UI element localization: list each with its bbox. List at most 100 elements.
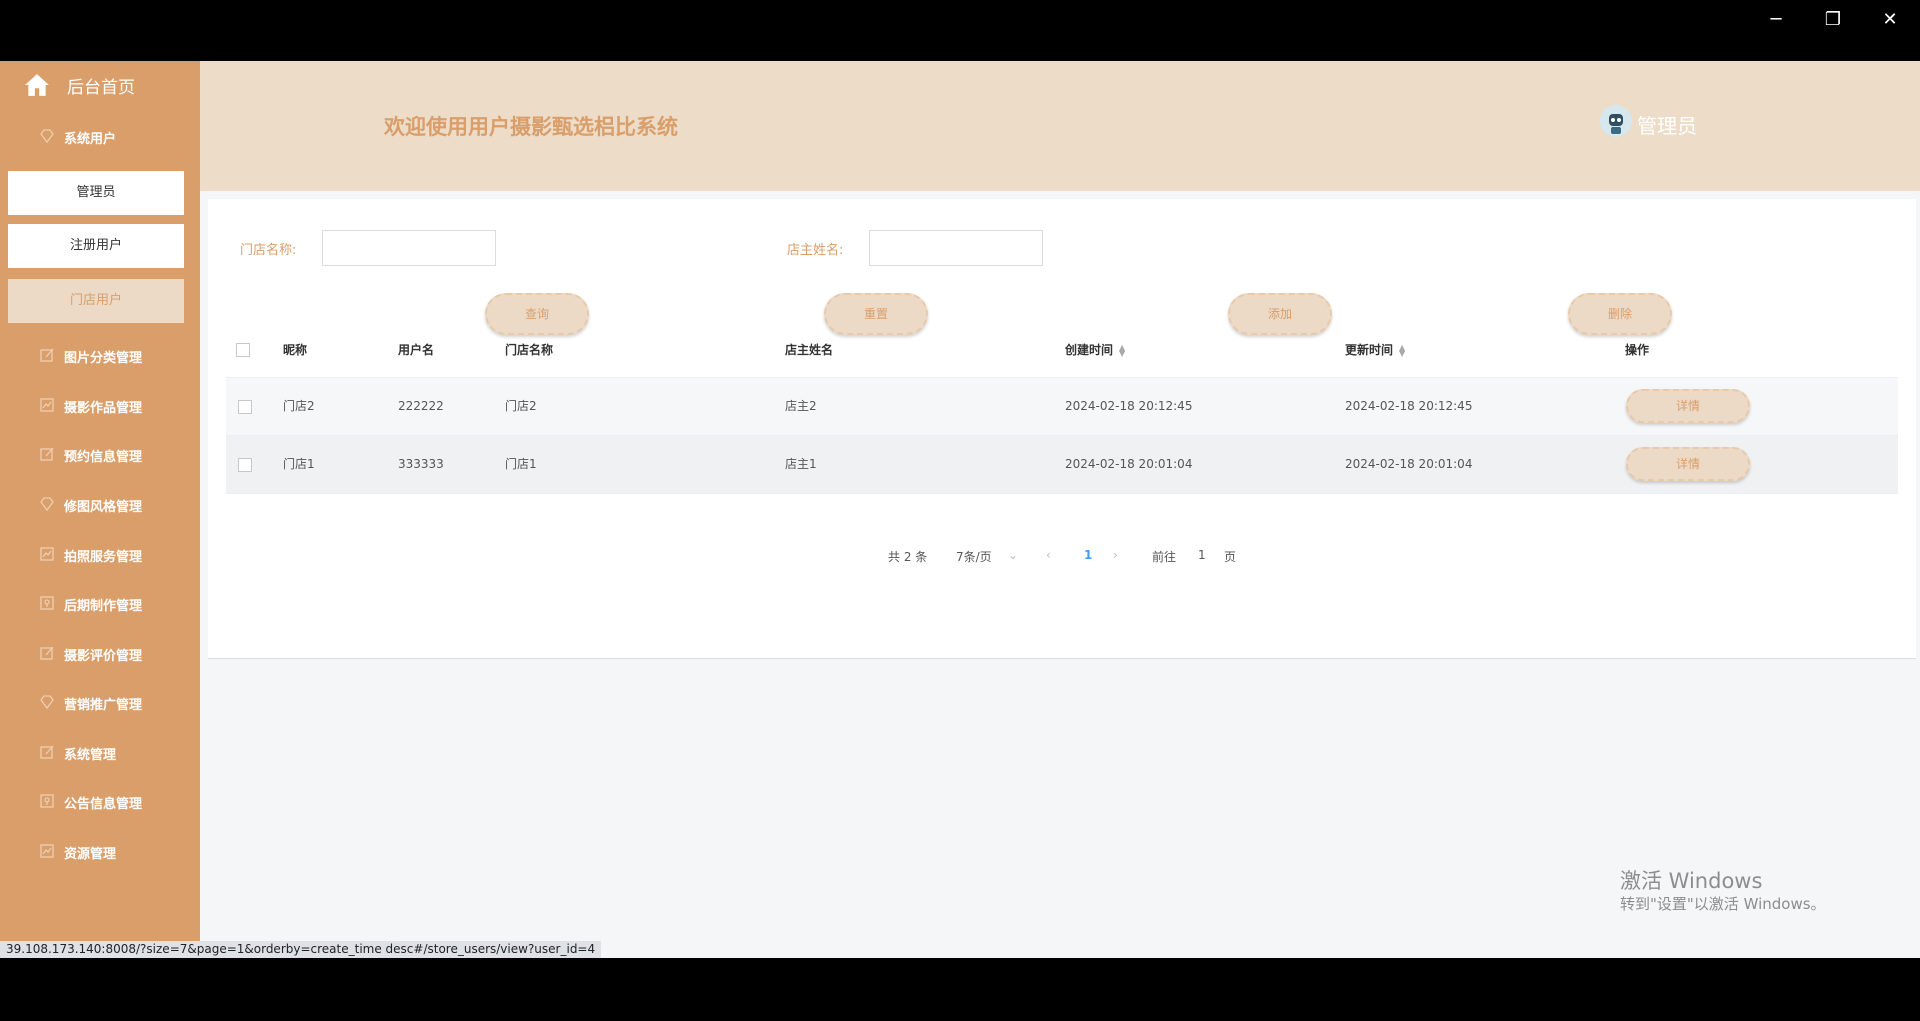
- cell-owner-name: 店主2: [785, 399, 817, 413]
- owner-name-label: 店主姓名:: [787, 243, 844, 258]
- sidebar-group-retouch-style[interactable]: 修图风格管理: [0, 485, 200, 525]
- select-all-checkbox[interactable]: [236, 343, 250, 357]
- sidebar-home[interactable]: 后台首页: [0, 61, 200, 109]
- column-header-sortable[interactable]: 更新时间 ▲ ▼: [1345, 323, 1405, 377]
- avatar[interactable]: [1600, 105, 1632, 137]
- owner-name-input[interactable]: [869, 230, 1043, 266]
- sidebar-group-system-users[interactable]: 系统用户: [0, 117, 200, 157]
- column-header-sortable[interactable]: 创建时间 ▲ ▼: [1065, 323, 1125, 377]
- prev-page-icon[interactable]: ‹: [1046, 548, 1051, 562]
- sidebar-group-post-production[interactable]: 后期制作管理: [0, 584, 200, 624]
- sidebar-group-label: 后期制作管理: [64, 599, 143, 614]
- table-header: 昵称 用户名 门店名称 店主姓名 创建时间 ▲ ▼ 更新时间 ▲ ▼ 操作: [226, 323, 1898, 378]
- sidebar-group-marketing[interactable]: 营销推广管理: [0, 683, 200, 723]
- cell-store-name: 门店1: [505, 457, 537, 471]
- maximize-icon[interactable]: ❐: [1813, 8, 1853, 32]
- next-page-icon[interactable]: ›: [1113, 548, 1118, 562]
- sidebar-group-photo-category[interactable]: 图片分类管理: [0, 336, 200, 376]
- current-user-name[interactable]: 管理员: [1637, 110, 1697, 139]
- sidebar-group-label: 摄影评价管理: [64, 649, 143, 664]
- goto-label: 前往: [1152, 550, 1177, 564]
- close-icon[interactable]: ✕: [1870, 8, 1910, 32]
- chart-icon: [40, 844, 54, 858]
- home-icon: [25, 74, 49, 96]
- pagination: 共 2 条 7条/页 ⌄ ‹ 1 › 前往 1 页: [208, 548, 1916, 568]
- detail-button[interactable]: 详情: [1626, 389, 1750, 423]
- row-checkbox[interactable]: [238, 458, 252, 472]
- goto-page-input[interactable]: 1: [1198, 548, 1206, 562]
- sidebar-group-system[interactable]: 系统管理: [0, 733, 200, 773]
- edit-icon: [40, 447, 54, 461]
- sidebar-group-label: 系统管理: [64, 748, 117, 763]
- sidebar-home-label: 后台首页: [67, 78, 135, 98]
- chevron-down-icon[interactable]: ⌄: [1008, 548, 1018, 562]
- page-size-select[interactable]: 7条/页: [956, 548, 992, 565]
- edit-icon: [40, 348, 54, 362]
- column-header: 店主姓名: [785, 343, 834, 357]
- cell-owner-name: 店主1: [785, 457, 817, 471]
- content-panel: 门店名称: 店主姓名: 查询 重置 添加 删除 昵称 用户名 门店名称 店主姓名…: [208, 199, 1916, 659]
- activation-watermark-text: 转到"设置"以激活 Windows。: [1620, 895, 1826, 913]
- diamond-icon: [40, 695, 54, 709]
- sidebar-group-label: 系统用户: [64, 132, 117, 147]
- sidebar-group-photo-works[interactable]: 摄影作品管理: [0, 386, 200, 426]
- activation-watermark-title: 激活 Windows: [1620, 869, 1763, 893]
- sort-icon[interactable]: ▲ ▼: [1399, 343, 1405, 357]
- cell-updated-time: 2024-02-18 20:12:45: [1345, 399, 1473, 413]
- column-header: 门店名称: [505, 343, 554, 357]
- sort-icon[interactable]: ▲ ▼: [1119, 343, 1125, 357]
- sidebar-group-resources[interactable]: 资源管理: [0, 832, 200, 872]
- minimize-icon[interactable]: ─: [1756, 8, 1796, 32]
- sidebar-group-label: 摄影作品管理: [64, 401, 143, 416]
- sidebar-item-admin[interactable]: 管理员: [8, 171, 184, 215]
- column-header: 用户名: [398, 343, 435, 357]
- cell-created-time: 2024-02-18 20:01:04: [1065, 457, 1193, 471]
- total-count: 共 2 条: [888, 550, 928, 564]
- edit-icon: [40, 745, 54, 759]
- sidebar-group-photo-service[interactable]: 拍照服务管理: [0, 535, 200, 575]
- sidebar-group-booking[interactable]: 预约信息管理: [0, 435, 200, 475]
- diamond-icon: [40, 497, 54, 511]
- column-header: 昵称: [283, 343, 308, 357]
- sidebar-group-announcement[interactable]: 公告信息管理: [0, 782, 200, 822]
- column-header-label: 更新时间: [1345, 343, 1394, 357]
- cell-store-name: 门店2: [505, 399, 537, 413]
- store-name-input[interactable]: [322, 230, 496, 266]
- page-header: 欢迎使用用户摄影甄选梠比系统 管理员: [200, 61, 1920, 191]
- cell-nickname: 门店1: [283, 457, 315, 471]
- lock-icon: [40, 596, 54, 610]
- cell-nickname: 门店2: [283, 399, 315, 413]
- sidebar-group-label: 资源管理: [64, 847, 117, 862]
- cell-created-time: 2024-02-18 20:12:45: [1065, 399, 1193, 413]
- page-title: 欢迎使用用户摄影甄选梠比系统: [384, 115, 678, 139]
- window-titlebar: ─ ❐ ✕: [0, 0, 1920, 61]
- lock-icon: [40, 794, 54, 808]
- cell-updated-time: 2024-02-18 20:01:04: [1345, 457, 1473, 471]
- sidebar: 后台首页 系统用户 管理员 注册用户 门店用户 图片分类管理 摄影作品管理 预约…: [0, 61, 200, 958]
- app-window: 后台首页 系统用户 管理员 注册用户 门店用户 图片分类管理 摄影作品管理 预约…: [0, 61, 1920, 958]
- store-name-label: 门店名称:: [240, 243, 297, 258]
- chart-icon: [40, 398, 54, 412]
- table-row: 门店2 222222 门店2 店主2 2024-02-18 20:12:45 2…: [226, 378, 1898, 436]
- cell-username: 333333: [398, 457, 444, 471]
- cell-username: 222222: [398, 399, 444, 413]
- detail-button[interactable]: 详情: [1626, 447, 1750, 481]
- sidebar-group-label: 修图风格管理: [64, 500, 143, 515]
- edit-icon: [40, 646, 54, 660]
- page-suffix: 页: [1224, 550, 1237, 564]
- sidebar-group-label: 预约信息管理: [64, 450, 143, 465]
- table-row: 门店1 333333 门店1 店主1 2024-02-18 20:01:04 2…: [226, 436, 1898, 494]
- sidebar-group-label: 图片分类管理: [64, 351, 143, 366]
- status-url-bar: 39.108.173.140:8008/?size=7&page=1&order…: [0, 941, 602, 958]
- sidebar-group-label: 营销推广管理: [64, 698, 143, 713]
- row-checkbox[interactable]: [238, 400, 252, 414]
- sidebar-item-store-users[interactable]: 门店用户: [8, 279, 184, 323]
- sidebar-item-registered-users[interactable]: 注册用户: [8, 224, 184, 268]
- robot-avatar-icon: [1600, 105, 1632, 137]
- sidebar-group-label: 拍照服务管理: [64, 550, 143, 565]
- column-header-label: 创建时间: [1065, 343, 1114, 357]
- current-page[interactable]: 1: [1084, 548, 1092, 562]
- column-header: 操作: [1625, 343, 1650, 357]
- sidebar-group-photo-review[interactable]: 摄影评价管理: [0, 634, 200, 674]
- sidebar-group-label: 公告信息管理: [64, 797, 143, 812]
